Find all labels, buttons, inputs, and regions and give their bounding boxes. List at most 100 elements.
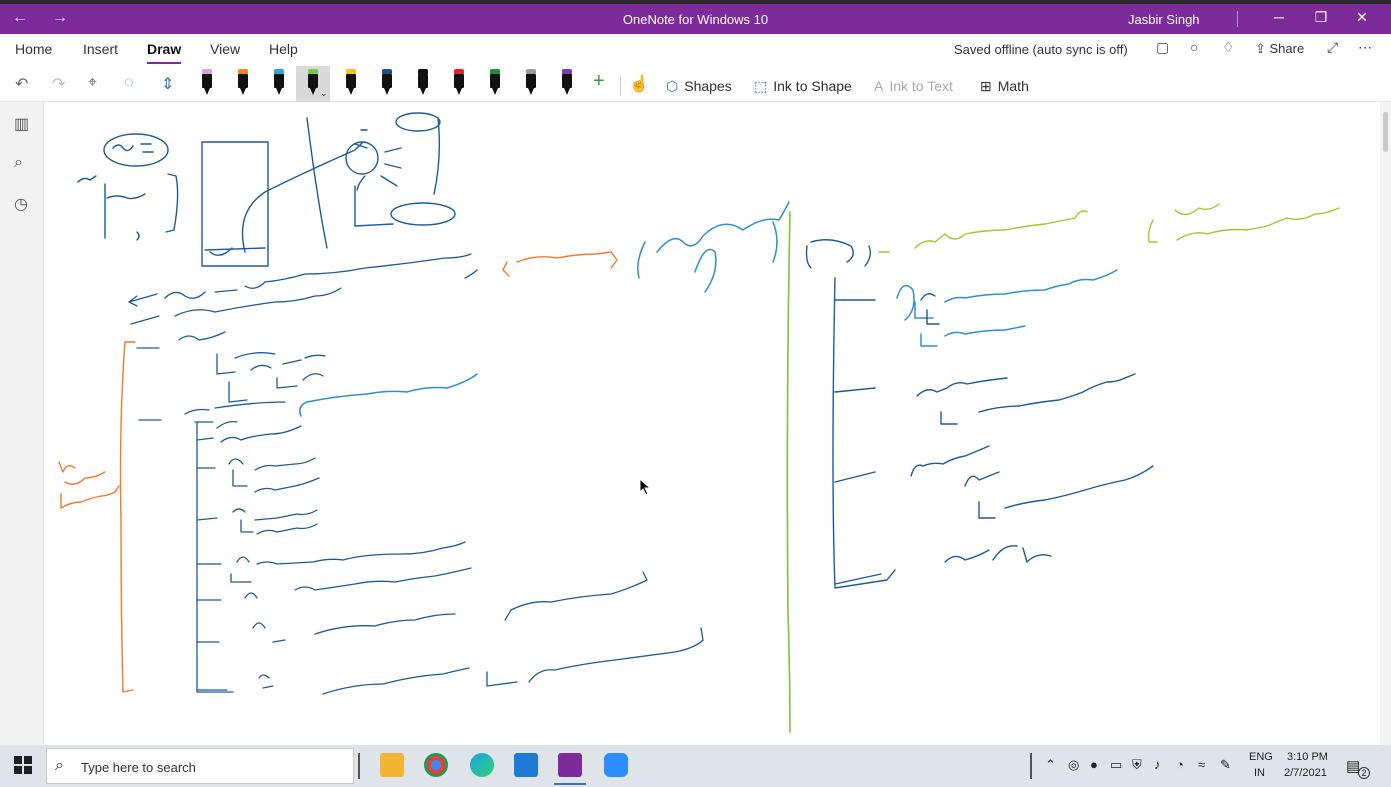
lasso-select-icon[interactable]: ⌖: [88, 74, 97, 92]
page-canvas[interactable]: [45, 102, 1378, 745]
eraser-icon[interactable]: ◌: [124, 74, 134, 92]
ink-yellow-green-notes: [878, 203, 1340, 253]
security-icon[interactable]: ⛨: [1132, 757, 1142, 773]
pen-black-button[interactable]: [412, 66, 434, 98]
clock-date[interactable]: 2/7/2021: [1284, 767, 1327, 779]
close-button[interactable]: ✕: [1352, 9, 1372, 26]
add-pen-icon[interactable]: +: [593, 70, 605, 93]
pen-green-selected-button[interactable]: ⌄: [296, 66, 330, 102]
notebooks-icon[interactable]: ▥: [14, 114, 29, 134]
tab-help[interactable]: Help: [269, 41, 298, 57]
pen-icon: [526, 74, 536, 88]
shapes-label: Shapes: [684, 78, 732, 94]
ink-green-notes: [786, 211, 791, 733]
tab-draw[interactable]: Draw: [147, 41, 181, 57]
wifi-icon[interactable]: ≈: [1198, 757, 1205, 772]
scrollbar-thumb[interactable]: [1383, 112, 1388, 152]
pen-tip: [492, 88, 498, 95]
ink-to-text-button[interactable]: A Ink to Text: [874, 78, 953, 94]
share-button[interactable]: ⇪ Share: [1255, 41, 1304, 57]
ink-to-shape-button[interactable]: ⬚ Ink to Shape: [754, 78, 852, 95]
pen-yellow-button[interactable]: [340, 66, 362, 98]
vscode-icon[interactable]: [514, 753, 538, 777]
windows-start-icon[interactable]: [14, 756, 32, 774]
ink-memory-diagram: [77, 112, 456, 267]
vertical-scrollbar[interactable]: [1380, 102, 1391, 745]
chrome-icon[interactable]: [424, 753, 448, 777]
pen-purple-button[interactable]: [556, 66, 578, 98]
share-icon: ⇪: [1255, 41, 1270, 56]
windows-taskbar: ⌕ Type here to search ⌃ ◎ ● ▭ ⛨ ♪ ◔ ≈ ✎ …: [0, 745, 1391, 787]
pen-icon: [308, 74, 318, 88]
battery-icon[interactable]: ▭: [1110, 757, 1122, 773]
taskbar-search-box[interactable]: ⌕ Type here to search: [46, 748, 354, 784]
math-button[interactable]: ⊞ Math: [980, 78, 1029, 95]
pen-pink-button[interactable]: [196, 66, 218, 98]
math-icon: ⊞: [980, 78, 992, 94]
language-region[interactable]: IN: [1254, 767, 1265, 779]
microphone-icon[interactable]: ●: [1090, 757, 1098, 772]
add-space-icon[interactable]: ⇕: [161, 74, 174, 94]
pen-tip: [310, 88, 316, 95]
title-bar: ← → OneNote for Windows 10 Jasbir Singh …: [0, 4, 1391, 34]
tab-insert[interactable]: Insert: [83, 41, 118, 57]
zoom-icon[interactable]: [604, 753, 628, 777]
pen-orange-button[interactable]: [232, 66, 254, 98]
volume-icon[interactable]: ♪: [1154, 757, 1161, 772]
tab-view[interactable]: View: [210, 41, 240, 57]
pen-tip: [528, 88, 534, 95]
minimize-button[interactable]: ─: [1269, 9, 1289, 25]
ink-replay-icon[interactable]: ☝: [629, 74, 649, 94]
search-icon[interactable]: ⌕: [14, 154, 23, 172]
network-icon[interactable]: ◔: [1176, 757, 1184, 772]
pen-red-button[interactable]: [448, 66, 470, 98]
ink-left-notes: [128, 253, 704, 695]
search-placeholder: Type here to search: [81, 760, 196, 775]
notification-count-badge: 2: [1358, 767, 1370, 779]
shapes-button[interactable]: ⬡ Shapes: [666, 78, 732, 95]
ink-to-text-label: Ink to Text: [889, 78, 953, 94]
pen-icon: [454, 74, 464, 88]
file-explorer-icon[interactable]: [380, 753, 404, 777]
maximize-button[interactable]: ❐: [1311, 9, 1331, 26]
tray-app-icon[interactable]: ◎: [1068, 757, 1079, 773]
notebook-icon[interactable]: ▢: [1156, 39, 1169, 56]
pen-gray-button[interactable]: [520, 66, 542, 98]
chevron-down-icon[interactable]: ⌄: [320, 88, 328, 99]
toolbar-separator: [620, 76, 621, 96]
ink-to-text-icon: A: [874, 78, 884, 94]
pen-tray-icon[interactable]: ✎: [1220, 757, 1231, 773]
language-code[interactable]: ENG: [1249, 751, 1273, 763]
more-options-icon[interactable]: ⋯: [1358, 39, 1372, 56]
onenote-taskbar-icon[interactable]: [554, 753, 586, 785]
mouse-cursor-icon: [639, 478, 652, 496]
recent-icon[interactable]: ◷: [14, 194, 28, 214]
draw-toolbar: ↶ ↷ ⌖ ◌ ⇕ ⌄ + ☝ ⬡ Shapes ⬚ Ink to Shape AI…: [0, 64, 1391, 102]
undo-icon[interactable]: ↶: [15, 74, 28, 94]
pen-navy-button[interactable]: [376, 66, 398, 98]
expand-icon[interactable]: ⤢: [1327, 39, 1338, 56]
edge-icon[interactable]: [470, 753, 494, 777]
pen-tip: [384, 88, 390, 95]
pen-tip: [456, 88, 462, 95]
user-name[interactable]: Jasbir Singh: [1128, 12, 1200, 27]
ink-to-shape-label: Ink to Shape: [773, 78, 852, 94]
pen-icon: [238, 74, 248, 88]
clock-time[interactable]: 3:10 PM: [1287, 751, 1328, 763]
pen-cyan-button[interactable]: [268, 66, 290, 98]
pen-dark-green-button[interactable]: [484, 66, 506, 98]
search-icon: ⌕: [55, 757, 64, 774]
pen-icon: [346, 74, 356, 88]
ink-to-shape-icon: ⬚: [754, 78, 768, 94]
pen-tip: [240, 88, 246, 95]
redo-icon[interactable]: ↷: [52, 74, 65, 94]
share-label: Share: [1269, 41, 1305, 56]
pen-icon: [382, 74, 392, 88]
pen-icon: [418, 74, 428, 88]
tab-home[interactable]: Home: [15, 41, 52, 57]
lightbulb-icon[interactable]: ○: [1190, 39, 1198, 55]
tray-chevron-icon[interactable]: ⌃: [1045, 757, 1056, 773]
onenote-window: ← → OneNote for Windows 10 Jasbir Singh …: [0, 4, 1391, 745]
bell-icon[interactable]: ♢: [1222, 39, 1235, 56]
pen-icon: [274, 74, 284, 88]
